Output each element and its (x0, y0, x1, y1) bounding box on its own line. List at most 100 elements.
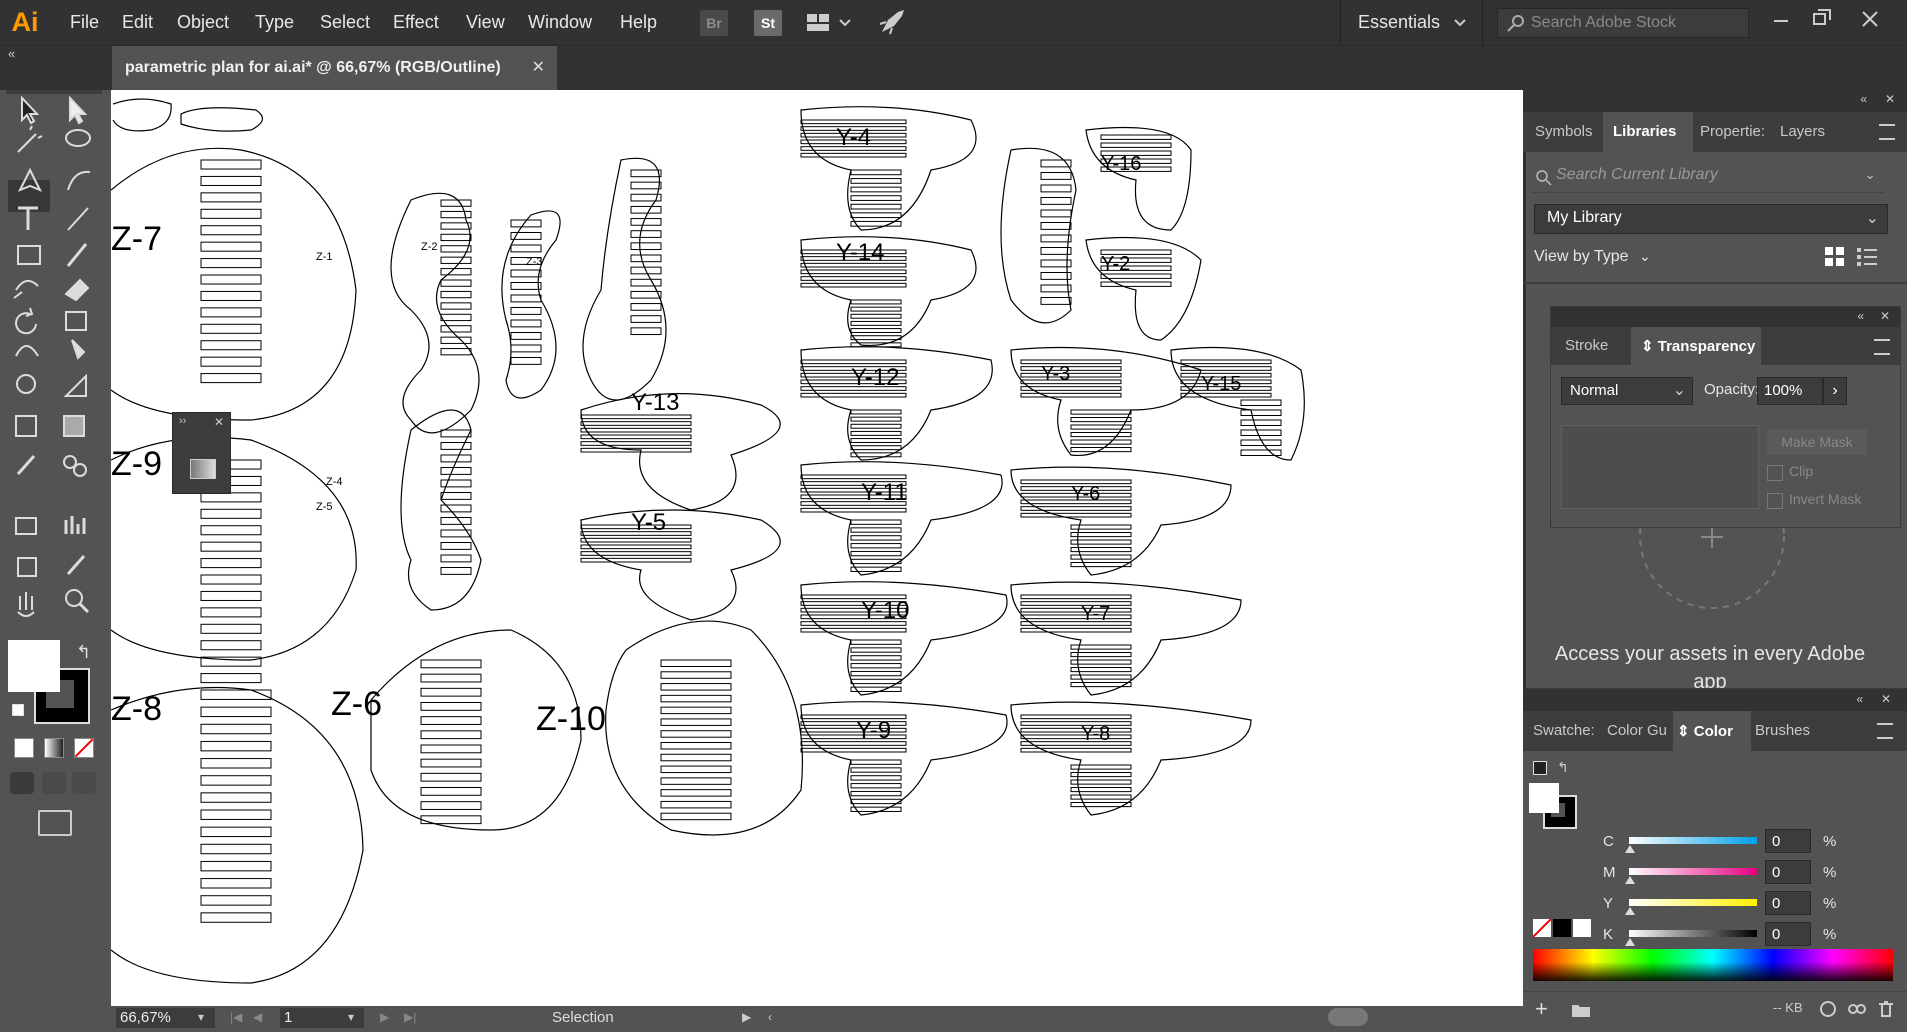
draw-normal-icon[interactable] (10, 772, 34, 794)
swap-colors-icon[interactable]: ↰ (76, 642, 91, 663)
arrange-documents-icon[interactable] (806, 11, 854, 35)
collapse-icon[interactable]: « (1860, 92, 1867, 106)
default-fill-stroke-icon[interactable] (1533, 761, 1547, 775)
slider-thumb[interactable] (1625, 938, 1635, 946)
draw-inside-icon[interactable] (72, 772, 96, 794)
fill-swatch[interactable] (8, 640, 60, 692)
swap-fill-stroke-icon[interactable]: ↰ (1557, 759, 1569, 776)
tab-color-guide[interactable]: Color Gu (1607, 722, 1667, 739)
library-search-input[interactable]: Search Current Library ⌄ (1532, 162, 1884, 193)
trash-icon[interactable] (1877, 1000, 1895, 1018)
gradient-tool-icon[interactable] (63, 415, 85, 437)
chevron-down-icon[interactable]: ▾ (348, 1010, 354, 1024)
eraser-icon[interactable] (64, 278, 90, 302)
symbol-sprayer-icon[interactable] (15, 517, 37, 535)
menu-object[interactable]: Object (177, 0, 229, 45)
close-icon[interactable]: ✕ (1881, 692, 1891, 706)
paintbrush-icon[interactable] (66, 243, 88, 267)
document-tab[interactable]: parametric plan for ai.ai* @ 66,67% (RGB… (112, 46, 557, 90)
stock-search-input[interactable]: Search Adobe Stock (1497, 8, 1749, 38)
menu-edit[interactable]: Edit (122, 0, 153, 45)
last-artboard-icon[interactable]: ▶| (404, 1010, 416, 1024)
color-channel-slider[interactable] (1629, 837, 1757, 844)
scale-tool-icon[interactable] (65, 311, 87, 331)
color-channel-slider[interactable] (1629, 899, 1757, 906)
menu-window[interactable]: Window (528, 0, 592, 45)
slider-thumb[interactable] (1625, 876, 1635, 884)
make-mask-button[interactable]: Make Mask (1767, 429, 1867, 455)
slider-thumb[interactable] (1625, 907, 1635, 915)
folder-icon[interactable] (1571, 1002, 1591, 1018)
selection-tool-icon[interactable] (21, 95, 40, 125)
puppet-warp-icon[interactable] (71, 339, 86, 360)
status-menu-icon[interactable]: ▶ (742, 1010, 751, 1024)
prev-artboard-icon[interactable]: ◀ (253, 1010, 262, 1024)
direct-selection-tool-icon[interactable] (69, 95, 88, 125)
share-icon[interactable] (1847, 1000, 1867, 1018)
tab-transparency[interactable]: ⇕ Transparency (1641, 337, 1755, 355)
tab-symbols[interactable]: Symbols (1535, 123, 1593, 140)
rotate-tool-icon[interactable] (15, 307, 37, 335)
menu-help[interactable]: Help (620, 0, 657, 45)
next-artboard-icon[interactable]: ▶ (380, 1010, 389, 1024)
panel-menu-icon[interactable] (1879, 124, 1895, 140)
view-by-dropdown[interactable]: View by Type ⌄ (1534, 248, 1651, 266)
close-icon[interactable]: ✕ (214, 415, 224, 429)
panel-menu-icon[interactable] (1877, 723, 1893, 739)
chevron-down-icon[interactable]: ▾ (198, 1010, 204, 1024)
tab-color[interactable]: ⇕ Color (1677, 722, 1733, 740)
gpu-performance-icon[interactable] (878, 8, 908, 36)
gradient-mode-icon[interactable] (44, 738, 64, 758)
artboard-tool-icon[interactable] (17, 557, 37, 577)
first-artboard-icon[interactable]: |◀ (230, 1010, 242, 1024)
clip-checkbox[interactable] (1767, 465, 1783, 481)
panel-menu-icon[interactable] (1874, 339, 1890, 355)
color-channel-slider[interactable] (1629, 930, 1757, 937)
add-icon[interactable]: + (1535, 996, 1548, 1022)
stock-button[interactable]: St (754, 10, 782, 36)
pen-tool-icon[interactable] (17, 167, 43, 192)
menu-type[interactable]: Type (255, 0, 294, 45)
close-icon[interactable]: ✕ (1880, 309, 1890, 323)
workspace-switcher[interactable]: Essentials (1358, 0, 1467, 45)
slider-thumb[interactable] (1625, 845, 1635, 853)
eyedropper-icon[interactable] (16, 455, 36, 475)
none-mode-icon[interactable] (74, 738, 94, 758)
opacity-input[interactable]: 100% (1757, 377, 1823, 405)
perspective-grid-icon[interactable] (63, 373, 87, 397)
zoom-tool-icon[interactable] (65, 589, 83, 607)
color-channel-input[interactable]: 0 (1765, 922, 1811, 946)
slice-tool-icon[interactable] (66, 555, 86, 575)
mesh-tool-icon[interactable] (15, 415, 37, 437)
library-select[interactable]: My Library ⌄ (1534, 204, 1888, 234)
color-spectrum[interactable] (1533, 949, 1893, 981)
line-tool-icon[interactable] (67, 207, 89, 231)
expand-icon[interactable]: ›› (179, 415, 186, 427)
screen-mode-icon[interactable] (38, 810, 72, 836)
invert-mask-checkbox[interactable] (1767, 493, 1783, 509)
menu-view[interactable]: View (466, 0, 505, 45)
lasso-icon[interactable] (65, 129, 91, 147)
restore-icon[interactable] (1812, 8, 1832, 26)
close-icon[interactable]: ✕ (1885, 92, 1895, 106)
tab-stroke[interactable]: Stroke (1565, 337, 1608, 354)
scroll-left-icon[interactable]: ‹ (768, 1010, 772, 1024)
graph-tool-icon[interactable] (64, 516, 86, 534)
horizontal-scrollbar-thumb[interactable] (1328, 1008, 1368, 1026)
width-tool-icon[interactable] (15, 345, 39, 357)
opacity-slider-toggle[interactable]: › (1823, 377, 1847, 405)
creative-cloud-sync-icon[interactable] (1817, 1000, 1839, 1018)
color-fill-swatch[interactable] (1529, 783, 1559, 813)
floating-gradient-panel[interactable]: ›› ✕ (172, 412, 231, 494)
hand-tool-icon[interactable] (17, 592, 35, 617)
color-channel-input[interactable]: 0 (1765, 860, 1811, 884)
blend-mode-select[interactable]: Normal ⌄ (1561, 377, 1693, 405)
shape-builder-icon[interactable] (16, 374, 36, 394)
artboard-canvas[interactable]: Z-7 Z-9 Z-8 Z-6 Z-10 Z-1 Z-2 Z-3 Z-4 Z-5 Y-4 Y-14 Y-… (111, 90, 1523, 1006)
collapse-toolbar-icon[interactable]: « (8, 46, 15, 61)
draw-behind-icon[interactable] (42, 772, 66, 794)
type-tool-icon[interactable] (18, 206, 38, 230)
color-mode-icon[interactable] (14, 738, 34, 758)
curvature-tool-icon[interactable] (67, 170, 91, 191)
tab-layers[interactable]: Layers (1780, 123, 1825, 140)
